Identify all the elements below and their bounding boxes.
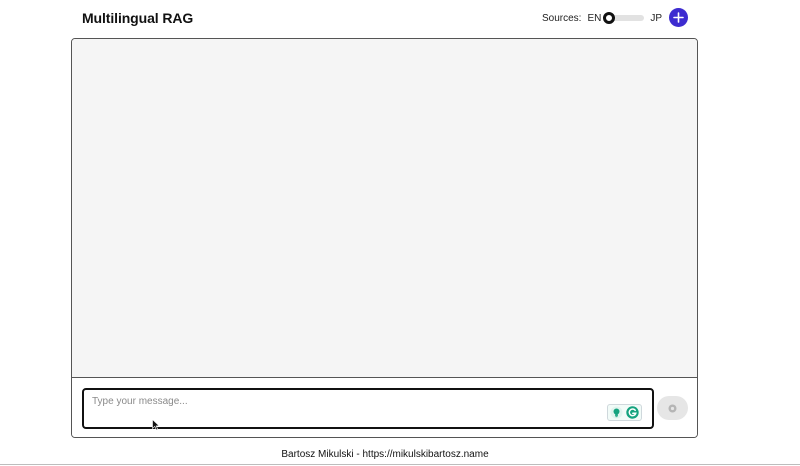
- message-input[interactable]: [84, 390, 652, 427]
- lightbulb-icon[interactable]: [610, 406, 623, 419]
- chat-panel: [71, 38, 698, 438]
- writing-assistant-icons[interactable]: [607, 404, 642, 421]
- new-chat-button[interactable]: [669, 8, 688, 27]
- language-toggle-knob[interactable]: [603, 12, 616, 24]
- language-jp-label: JP: [650, 12, 663, 24]
- language-toggle[interactable]: [603, 12, 645, 24]
- app-header: Multilingual RAG Sources: EN JP: [0, 0, 800, 36]
- mouse-cursor-icon: [152, 419, 160, 431]
- language-en-label: EN: [587, 12, 602, 24]
- sources-language-switch: Sources: EN JP: [542, 10, 662, 26]
- send-button[interactable]: [657, 396, 688, 420]
- send-icon: [668, 404, 677, 412]
- messages-area[interactable]: [72, 39, 697, 378]
- app-page: Multilingual RAG Sources: EN JP Type you…: [0, 0, 800, 466]
- bottom-divider: [0, 464, 800, 465]
- plus-icon: [673, 12, 684, 23]
- message-composer: [72, 378, 697, 437]
- sources-label: Sources:: [542, 12, 582, 24]
- grammarly-icon[interactable]: [626, 406, 639, 419]
- message-input-wrapper[interactable]: [82, 388, 654, 429]
- page-title: Multilingual RAG: [82, 10, 194, 26]
- footer-credit: Bartosz Mikulski - https://mikulskibarto…: [281, 449, 489, 460]
